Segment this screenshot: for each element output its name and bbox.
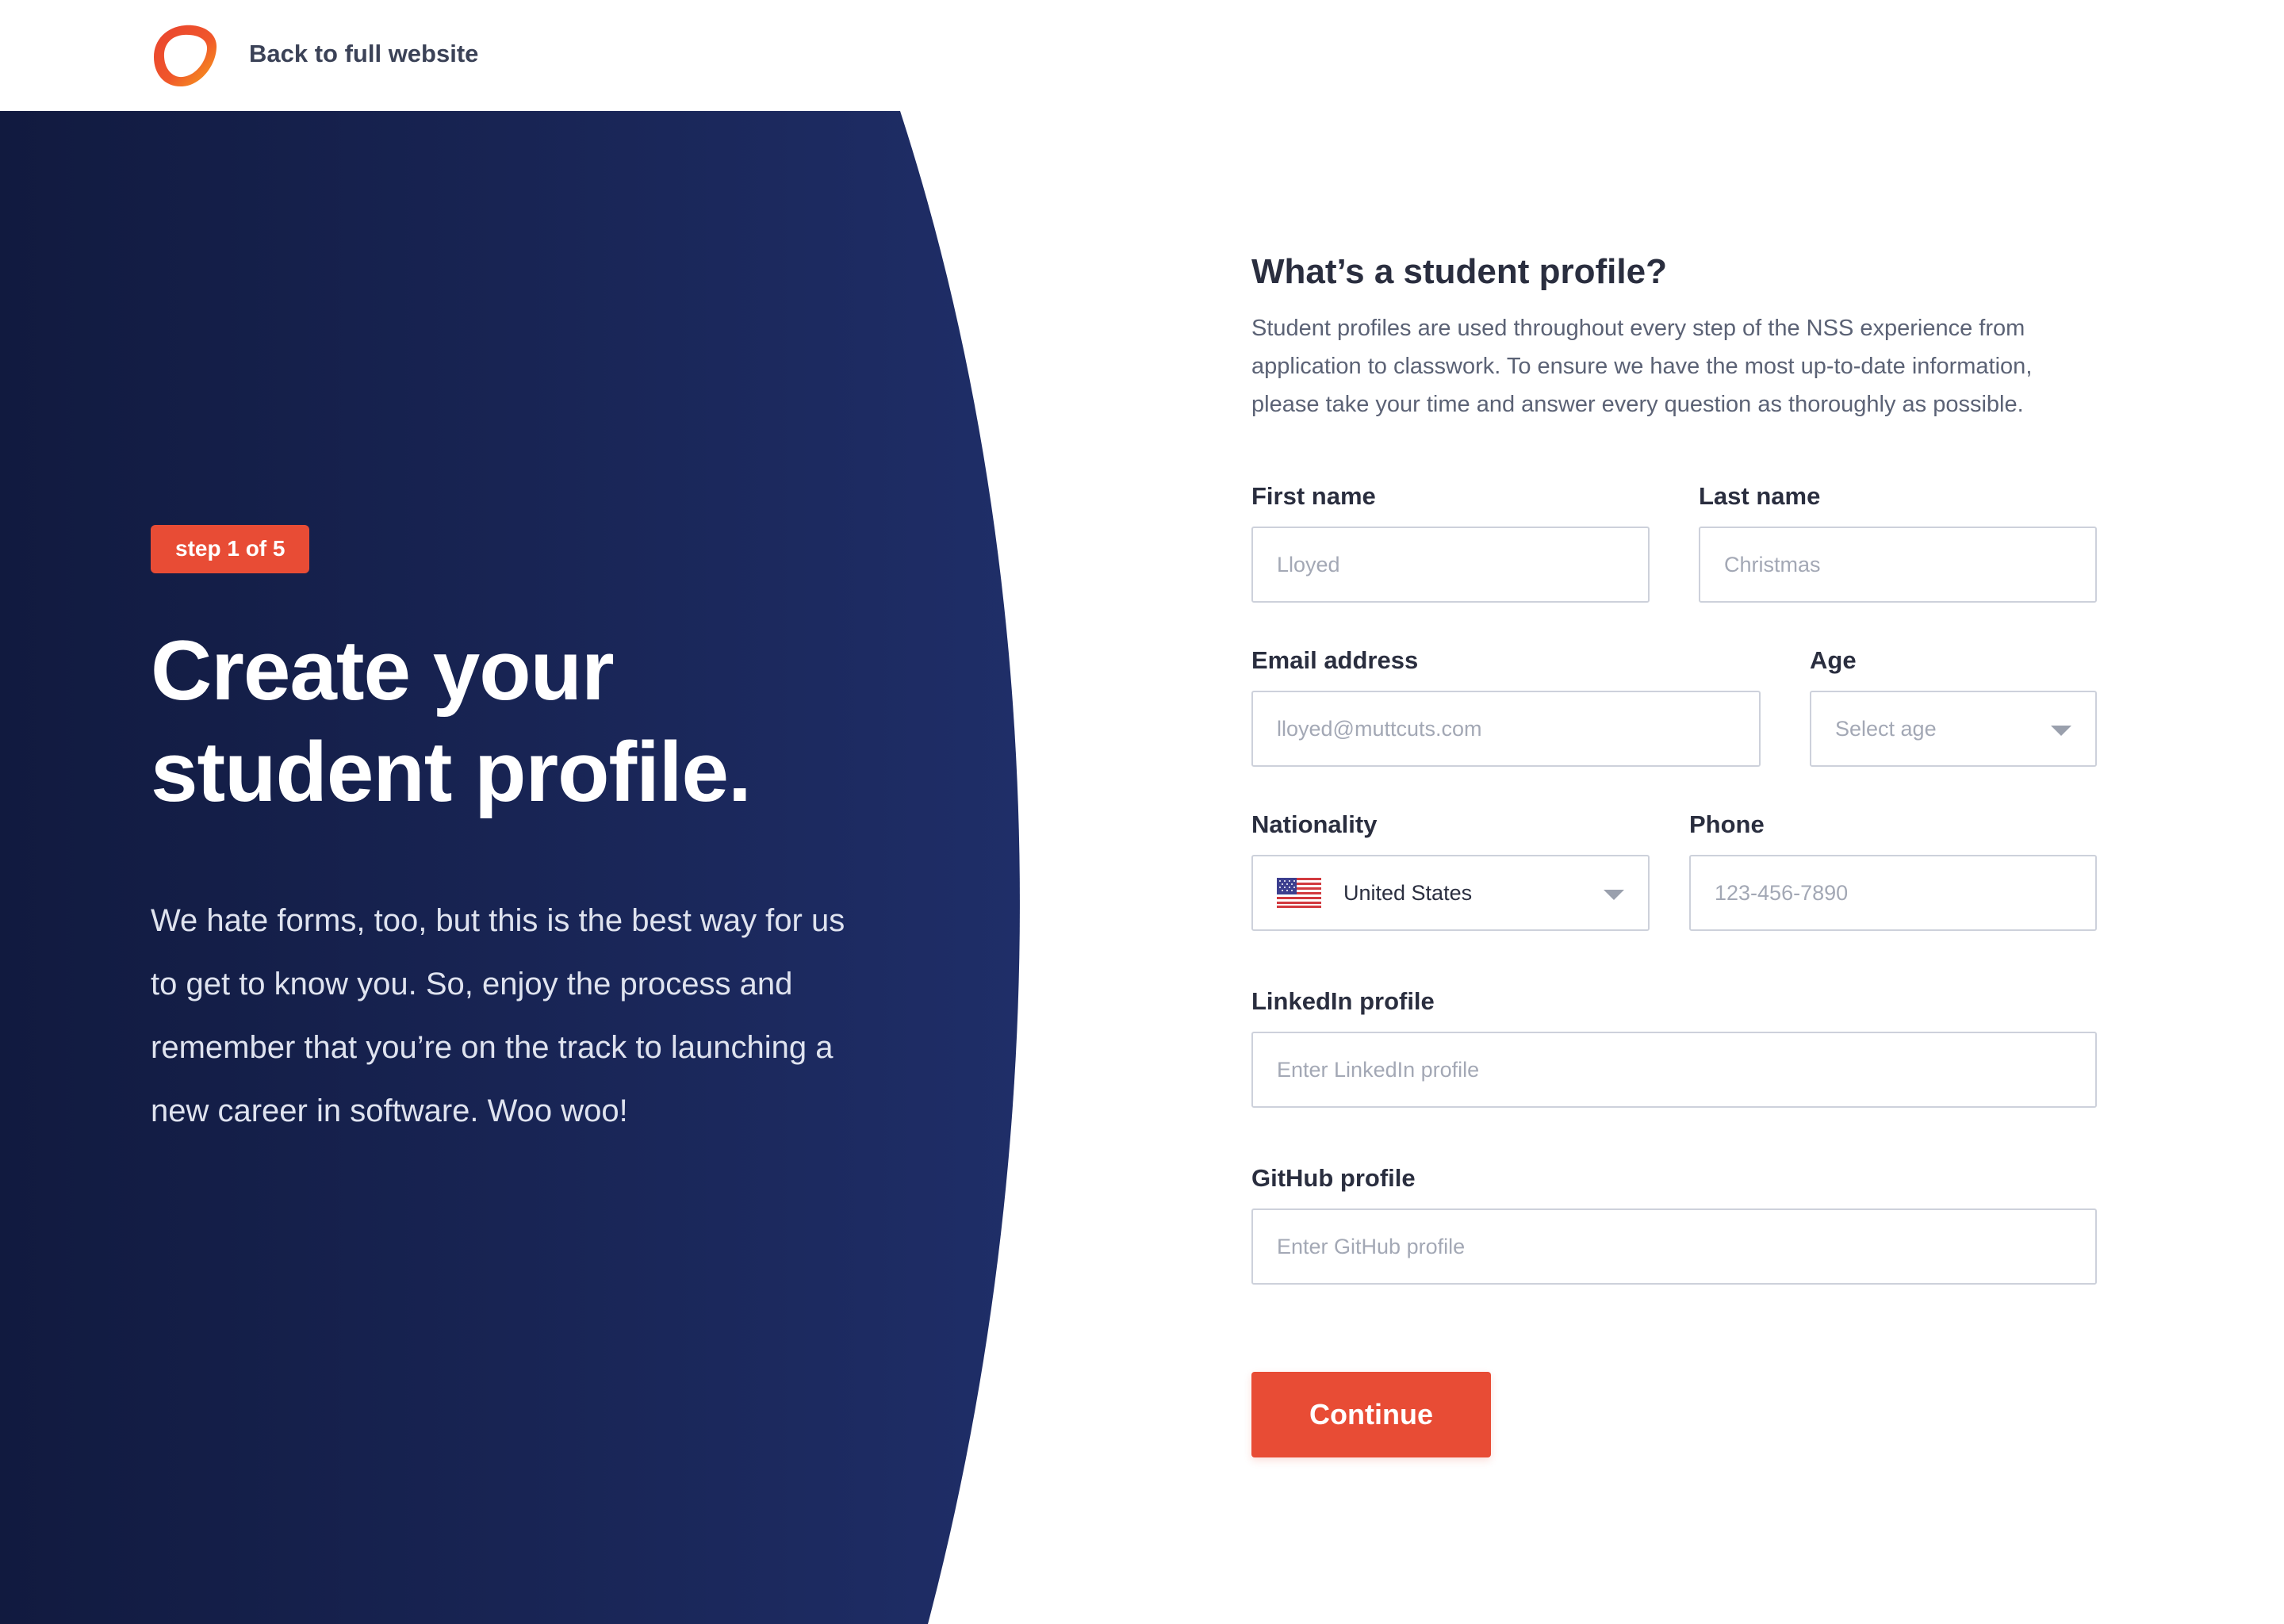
phone-input[interactable] [1715,880,2095,906]
github-label: GitHub profile [1251,1164,1416,1192]
github-input[interactable] [1277,1234,2095,1259]
email-input[interactable] [1277,716,1759,741]
top-bar: Back to full website [0,0,2284,111]
step-badge: step 1 of 5 [151,525,310,573]
first-name-input[interactable] [1277,552,1648,577]
linkedin-field: LinkedIn profile [1251,987,2097,1108]
phone-field: Phone [1689,810,2097,931]
first-name-label: First name [1251,482,1376,510]
phone-label: Phone [1689,810,1765,838]
last-name-input[interactable] [1724,552,2095,577]
github-box[interactable] [1251,1208,2097,1285]
nationality-select[interactable]: United States [1251,855,1650,931]
github-field: GitHub profile [1251,1164,2097,1285]
hero-content: step 1 of 5 Create your student profile.… [151,525,880,1143]
hero-title-line-1: Create your [151,622,615,718]
chevron-down-icon [1604,890,1624,900]
continue-button[interactable]: Continue [1251,1372,1491,1457]
chevron-down-icon [2051,726,2071,736]
hero-description: We hate forms, too, but this is the best… [151,903,845,1128]
email-label: Email address [1251,646,1419,674]
nationality-field: Nationality United States [1251,810,1650,931]
age-select-value: Select age [1835,716,1937,741]
hero-title-line-2: student profile. [151,724,752,819]
student-profile-page: Back to full website step 1 of 5 Create … [0,0,2284,1624]
last-name-field: Last name [1699,482,2097,603]
first-name-field: First name [1251,482,1650,603]
age-label: Age [1810,646,1857,674]
form-intro: Student profiles are used throughout eve… [1251,316,2033,417]
profile-form: What’s a student profile? Student profil… [1251,252,2100,423]
hero-title: Create your student profile. [151,619,880,822]
linkedin-input[interactable] [1277,1057,2095,1082]
first-name-box[interactable] [1251,527,1650,603]
nationality-label: Nationality [1251,810,1378,838]
email-box[interactable] [1251,691,1761,767]
email-field: Email address [1251,646,1761,767]
back-to-website-link[interactable]: Back to full website [249,40,478,68]
nationality-select-value: United States [1343,880,1473,905]
linkedin-label: LinkedIn profile [1251,987,1435,1015]
ring-logo-icon[interactable] [151,22,219,89]
phone-box[interactable] [1689,855,2097,931]
linkedin-box[interactable] [1251,1032,2097,1108]
last-name-label: Last name [1699,482,1821,510]
last-name-box[interactable] [1699,527,2097,603]
form-heading: What’s a student profile? [1251,252,1667,291]
us-flag-icon [1277,878,1321,908]
age-field: Age Select age [1810,646,2097,767]
age-select[interactable]: Select age [1810,691,2097,767]
